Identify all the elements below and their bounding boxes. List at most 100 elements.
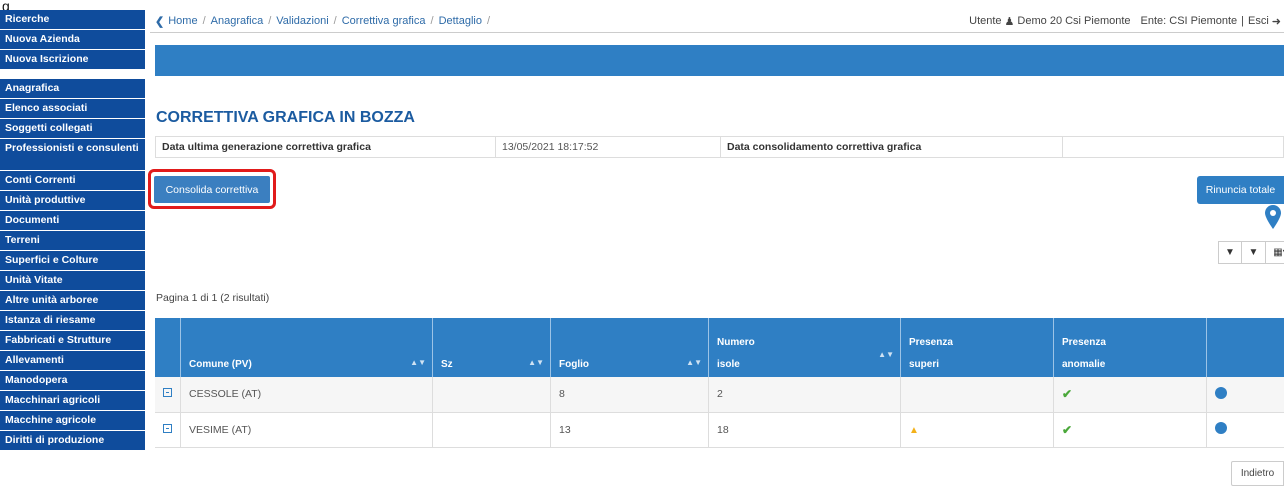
chevron-down-icon[interactable]: ▼	[1218, 241, 1242, 264]
breadcrumb: ❮ Home / Anagrafica / Validazioni / Corrett…	[155, 15, 495, 28]
sidebar-item-unita-vitate[interactable]: Unità Vitate	[0, 271, 145, 291]
logout-icon[interactable]: ➜	[1272, 15, 1281, 28]
table-header-row: Comune (PV) ▲▼ Sz ▲▼ Foglio ▲▼ Numero isole ▲…	[155, 318, 1284, 377]
sort-icon[interactable]: ▲▼	[686, 358, 702, 367]
cell-superi	[900, 377, 1054, 413]
sidebar-item-soggetti-collegati[interactable]: Soggetti collegati	[0, 119, 145, 139]
header-comune[interactable]: Comune (PV) ▲▼	[180, 318, 433, 377]
check-icon: ✔	[1062, 387, 1073, 402]
sidebar-item-fabbricati[interactable]: Fabbricati e Strutture	[0, 331, 145, 351]
user-icon: ♟	[1004, 15, 1015, 28]
header-numero-isole[interactable]: Numero isole ▲▼	[708, 318, 901, 377]
sidebar-item-macchine[interactable]: Macchine agricole	[0, 411, 145, 431]
cell-foglio: 8	[550, 377, 709, 413]
cell-comune: VESIME (AT)	[180, 412, 433, 448]
sidebar-item-diritti[interactable]: Diritti di produzione	[0, 431, 145, 451]
table-row: CESSOLE (AT) 8 2 ✔	[155, 377, 1284, 413]
map-pin-icon[interactable]	[1265, 205, 1281, 229]
user-ente: Ente: CSI Piemonte	[1140, 15, 1238, 27]
sort-icon[interactable]: ▲▼	[878, 350, 894, 359]
cell-anomalie: ✔	[1053, 412, 1207, 448]
sidebar-group-1: Ricerche Nuova Azienda Nuova Iscrizione	[0, 10, 145, 70]
globe-icon[interactable]	[1215, 386, 1227, 399]
sidebar-item-professionisti[interactable]: Professionisti e consulenti	[0, 139, 145, 171]
sidebar-item-nuova-azienda[interactable]: Nuova Azienda	[0, 30, 145, 50]
chevron-left-icon[interactable]: ❮	[155, 15, 164, 28]
columns-icon[interactable]: ▦▾	[1266, 241, 1284, 264]
sidebar-item-macchinari[interactable]: Macchinari agricoli	[0, 391, 145, 411]
header-foglio[interactable]: Foglio ▲▼	[550, 318, 709, 377]
sidebar-item-nuova-iscrizione[interactable]: Nuova Iscrizione	[0, 50, 145, 70]
sidebar: Ricerche Nuova Azienda Nuova Iscrizione …	[0, 10, 145, 486]
check-icon: ✔	[1062, 422, 1073, 437]
breadcrumb-correttiva[interactable]: Correttiva grafica	[342, 15, 426, 27]
header-expand	[155, 318, 181, 377]
user-info: Utente ♟ Demo 20 Csi Piemonte Ente: CSI …	[969, 15, 1284, 28]
cell-foglio: 13	[550, 412, 709, 448]
warning-icon: ▲	[909, 424, 919, 436]
indietro-button[interactable]: Indietro	[1231, 461, 1284, 486]
breadcrumb-anagrafica[interactable]: Anagrafica	[211, 15, 264, 27]
sidebar-item-altre-unita[interactable]: Altre unità arboree	[0, 291, 145, 311]
breadcrumb-separator: /	[268, 15, 272, 27]
cell-sz	[432, 377, 551, 413]
expand-icon[interactable]	[163, 388, 172, 398]
cell-superi: ▲	[900, 412, 1054, 448]
breadcrumb-home[interactable]: Home	[168, 15, 197, 27]
expand-icon[interactable]	[163, 423, 172, 433]
header-numero-line2: isole	[717, 359, 740, 370]
header-numero-line1: Numero	[717, 337, 755, 348]
breadcrumb-separator: /	[486, 15, 491, 27]
header-anomalie-line1: Presenza	[1062, 337, 1106, 348]
info-cons-label: Data consolidamento correttiva grafica	[721, 137, 1063, 157]
sidebar-item-elenco-associati[interactable]: Elenco associati	[0, 99, 145, 119]
header-sz-label: Sz	[441, 359, 453, 370]
page: g Ricerche Nuova Azienda Nuova Iscrizion…	[0, 0, 1284, 486]
cell-sz	[432, 412, 551, 448]
header-sz[interactable]: Sz ▲▼	[432, 318, 551, 377]
info-cons-value	[1063, 137, 1283, 157]
header-banner	[155, 45, 1284, 76]
pagination-info: Pagina 1 di 1 (2 risultati)	[156, 292, 270, 304]
sidebar-item-documenti[interactable]: Documenti	[0, 211, 145, 231]
sidebar-item-conti-correnti[interactable]: Conti Correnti	[0, 171, 145, 191]
sort-icon[interactable]: ▲▼	[410, 358, 426, 367]
sidebar-item-unita-produttive[interactable]: Unità produttive	[0, 191, 145, 211]
sidebar-item-manodopera[interactable]: Manodopera	[0, 371, 145, 391]
globe-icon[interactable]	[1215, 422, 1227, 434]
header-anomalie-line2: anomalie	[1062, 359, 1106, 370]
sidebar-item-ricerche[interactable]: Ricerche	[0, 10, 145, 30]
user-name: Demo 20 Csi Piemonte	[1017, 15, 1131, 27]
table-row: VESIME (AT) 13 18 ▲ ✔	[155, 412, 1284, 448]
sidebar-item-terreni[interactable]: Terreni	[0, 231, 145, 251]
sort-icon[interactable]: ▲▼	[528, 358, 544, 367]
table-toolbar: ▼ ▼ ▦▾	[1218, 241, 1284, 264]
info-gen-value: 13/05/2021 18:17:52	[496, 137, 721, 157]
rinuncia-button[interactable]: Rinuncia totale	[1197, 176, 1284, 204]
sidebar-item-superfici[interactable]: Superfici e Colture	[0, 251, 145, 271]
cell-anomalie: ✔	[1053, 377, 1207, 413]
breadcrumb-separator: /	[430, 15, 434, 27]
breadcrumb-validazioni[interactable]: Validazioni	[276, 15, 328, 27]
user-prefix: Utente	[969, 15, 1002, 27]
cell-isole: 2	[708, 377, 901, 413]
header-presenza-anomalie: Presenza anomalie	[1053, 318, 1207, 377]
page-title: CORRETTIVA GRAFICA IN BOZZA	[156, 109, 415, 126]
sidebar-item-anagrafica[interactable]: Anagrafica	[0, 79, 145, 99]
filter-icon[interactable]: ▼	[1242, 241, 1266, 264]
sidebar-item-istanza[interactable]: Istanza di riesame	[0, 311, 145, 331]
breadcrumb-separator: /	[202, 15, 206, 27]
logout-link[interactable]: Esci	[1248, 15, 1269, 27]
header-actions	[1206, 318, 1284, 377]
breadcrumb-dettaglio[interactable]: Dettaglio	[439, 15, 482, 27]
header-foglio-label: Foglio	[559, 359, 589, 370]
breadcrumb-separator: /	[333, 15, 337, 27]
header-presenza-superi: Presenza superi	[900, 318, 1054, 377]
header-comune-label: Comune (PV)	[189, 359, 252, 370]
top-bar: ❮ Home / Anagrafica / Validazioni / Corrett…	[155, 10, 1284, 32]
header-superi-line1: Presenza	[909, 337, 953, 348]
header-superi-line2: superi	[909, 359, 940, 370]
sidebar-item-allevamenti[interactable]: Allevamenti	[0, 351, 145, 371]
user-divider: |	[1241, 15, 1244, 27]
highlight-box	[148, 169, 276, 209]
